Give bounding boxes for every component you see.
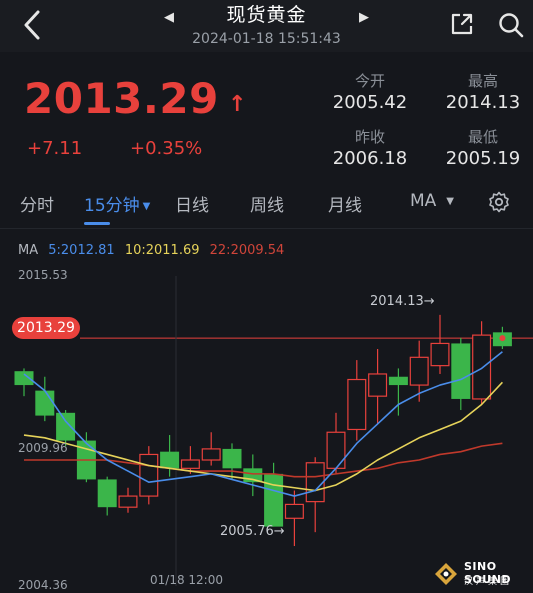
tab-weekly[interactable]: 周线	[250, 191, 284, 216]
candle-body-down	[264, 473, 284, 527]
high-value: 2014.13	[445, 92, 521, 113]
tab-intraday[interactable]: 分时	[20, 191, 54, 216]
candle-body-down	[388, 376, 408, 386]
candle-body-down	[14, 371, 34, 386]
tab-monthly[interactable]: 月线	[328, 191, 362, 216]
candle-body-up	[347, 378, 367, 431]
candle-body-up	[409, 356, 429, 386]
current-price-tag: 2013.29	[12, 317, 80, 339]
low-annotation: 2005.76→	[220, 524, 285, 539]
y-tick-label-mid: 2009.96	[18, 441, 68, 455]
candle-body-down	[97, 479, 117, 508]
caret-down-icon: ▼	[446, 195, 454, 207]
candle-body-up	[430, 342, 450, 367]
active-tab-indicator	[84, 222, 110, 225]
candle-body-up	[305, 462, 325, 503]
candle-body-up	[326, 431, 346, 469]
candle-body-down	[451, 343, 471, 399]
candlestick-chart[interactable]	[0, 260, 533, 593]
prev-close-value: 2006.18	[332, 148, 408, 169]
candle-body-up	[118, 495, 138, 508]
share-icon[interactable]	[449, 11, 475, 37]
up-arrow-icon: ↑	[228, 92, 247, 117]
y-tick-label-top: 2015.53	[18, 268, 68, 282]
top-header: ◀ 现货黄金 2024-01-18 15:51:43 ▶	[0, 0, 533, 52]
brand-subtitle: 汉声集团	[464, 577, 513, 587]
search-icon[interactable]	[497, 11, 525, 39]
high-label: 最高	[467, 72, 498, 90]
low-value: 2005.19	[445, 148, 521, 169]
candle-body-down	[160, 451, 180, 469]
low-label: 最低	[467, 128, 498, 146]
gear-icon[interactable]	[487, 190, 511, 214]
candle-body-up	[139, 453, 159, 497]
tab-daily[interactable]: 日线	[175, 191, 209, 216]
ma10-legend: 10:2011.69	[124, 243, 200, 258]
high-annotation: 2014.13→	[370, 294, 435, 309]
current-price-marker	[499, 335, 506, 342]
candle-body-up	[368, 373, 388, 397]
open-value: 2005.42	[332, 92, 408, 113]
ma-legend-title: MA	[18, 243, 39, 258]
y-tick-label-bottom: 2004.36	[18, 578, 68, 592]
open-label: 今开	[354, 72, 385, 90]
back-arrow-icon[interactable]	[18, 8, 48, 42]
price-change-percent: +0.35%	[130, 138, 203, 159]
caret-down-icon: ▼	[142, 200, 151, 212]
candle-body-up	[201, 448, 221, 461]
ma22-legend: 22:2009.54	[209, 243, 285, 258]
candle-body-up	[284, 503, 304, 519]
ma-legend: MA 5:2012.81 10:2011.69 22:2009.54	[18, 243, 290, 258]
ma5-legend: 5:2012.81	[48, 243, 115, 258]
brand-logo-icon	[435, 563, 457, 585]
x-tick-label: 01/18 12:00	[150, 573, 223, 587]
brand-watermark: SINO SOUND 汉声集团	[434, 560, 529, 590]
indicator-selector[interactable]: MA ▼	[410, 191, 454, 211]
candle-body-down	[35, 390, 55, 416]
candle-body-up	[472, 334, 492, 400]
title-block: ◀ 现货黄金 2024-01-18 15:51:43 ▶	[150, 2, 383, 48]
candle-body-down	[222, 448, 242, 469]
tab-15min[interactable]: 15分钟 ▼	[84, 191, 150, 216]
prev-instrument-icon[interactable]: ◀	[164, 10, 174, 25]
period-tab-bar: 分时 15分钟 ▼ 日线 周线 月线 MA ▼	[0, 177, 533, 229]
next-instrument-icon[interactable]: ▶	[359, 10, 369, 25]
quote-panel: 2013.29 ↑ +7.11 +0.35% 今开 2005.42 最高 201…	[0, 52, 533, 177]
quote-timestamp: 2024-01-18 15:51:43	[192, 31, 341, 47]
price-change: +7.11	[27, 138, 83, 159]
candle-body-up	[180, 459, 200, 469]
candle-body-down	[56, 412, 76, 441]
indicator-label: MA	[410, 191, 437, 211]
tab-15min-label: 15分钟	[84, 196, 140, 216]
page-title: 现货黄金	[226, 4, 307, 26]
prev-close-label: 昨收	[354, 128, 385, 146]
last-price: 2013.29	[24, 74, 219, 123]
